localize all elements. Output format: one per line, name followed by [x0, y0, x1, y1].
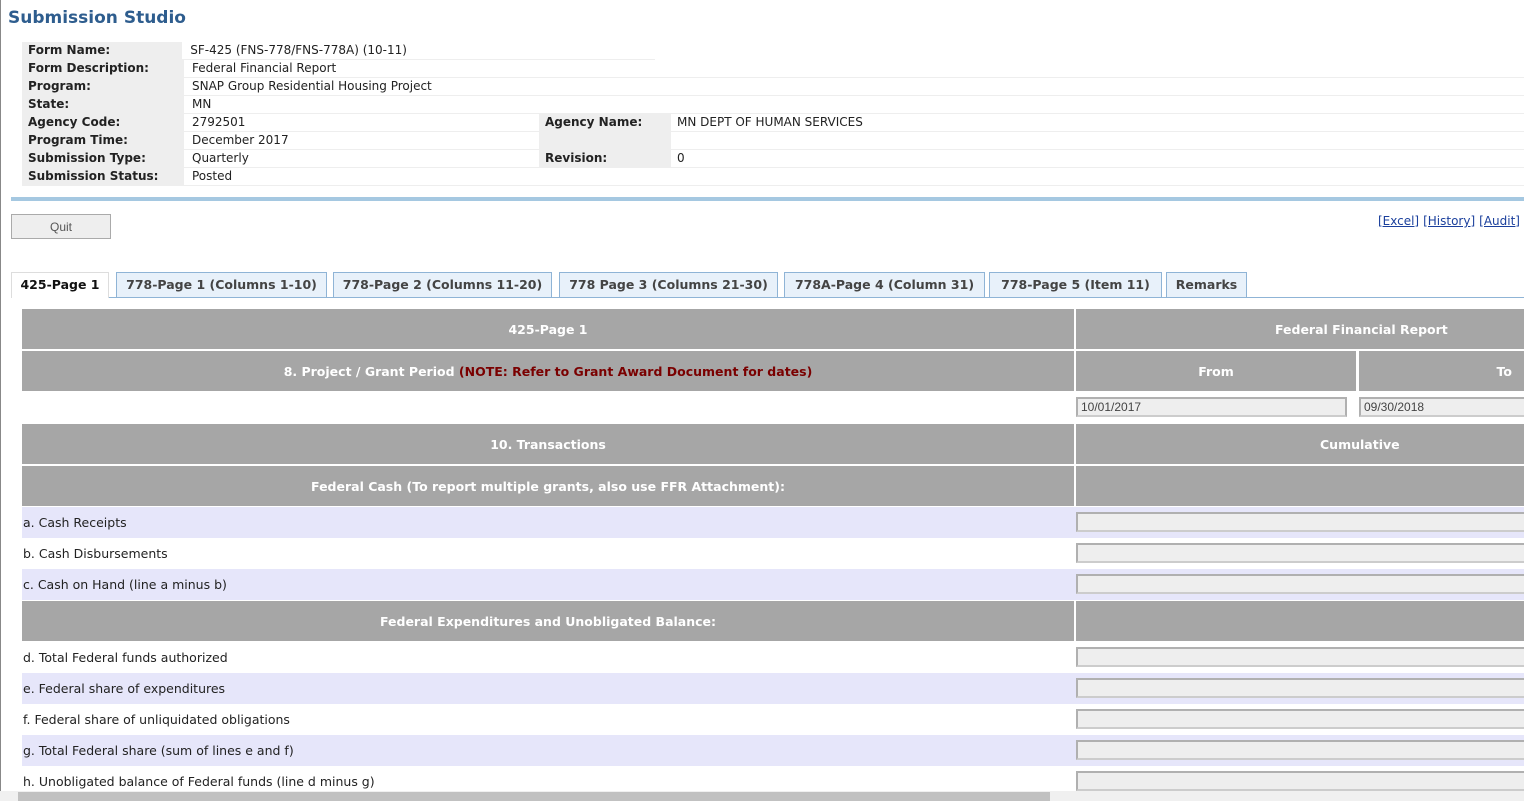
- unliquidated-obligations-input[interactable]: [1076, 709, 1524, 729]
- cash-on-hand-input[interactable]: [1076, 574, 1524, 594]
- window-border: [0, 0, 1, 791]
- grant-period-note: (NOTE: Refer to Grant Award Document for…: [458, 363, 813, 379]
- cumulative-header: Cumulative: [1076, 424, 1524, 464]
- tab-425-page-1[interactable]: 425-Page 1: [11, 272, 109, 298]
- submission-type-value: Quarterly: [192, 151, 249, 165]
- scrollbar-thumb[interactable]: [18, 792, 1050, 801]
- from-header: From: [1076, 351, 1356, 391]
- tab-bar: 425-Page 1 778-Page 1 (Columns 1-10) 778…: [11, 272, 1524, 298]
- line-label: e. Federal share of expenditures: [23, 681, 226, 696]
- submission-status-value: Posted: [192, 169, 233, 183]
- cash-disbursements-input[interactable]: [1076, 543, 1524, 563]
- to-header: To: [1359, 351, 1524, 391]
- program-label: Program:: [22, 78, 184, 95]
- tab-778-page-3[interactable]: 778 Page 3 (Columns 21-30): [559, 272, 778, 297]
- app-title: Submission Studio: [8, 8, 186, 28]
- line-label: f. Federal share of unliquidated obligat…: [23, 712, 290, 727]
- form-name-value: SF-425 (FNS-778/FNS-778A) (10-11): [190, 43, 407, 57]
- expenditures-header: Federal Expenditures and Unobligated Bal…: [22, 601, 1074, 641]
- submission-info: Form Name: SF-425 (FNS-778/FNS-778A) (10-…: [22, 42, 1524, 186]
- unobligated-balance-input[interactable]: [1076, 771, 1524, 791]
- program-time-label: Program Time:: [22, 132, 184, 149]
- program-time-value: December 2017: [192, 133, 289, 147]
- tab-778-page-5[interactable]: 778-Page 5 (Item 11): [989, 272, 1162, 297]
- agency-name-value: MN DEPT OF HUMAN SERVICES: [677, 115, 863, 129]
- submission-type-label: Submission Type:: [22, 150, 184, 167]
- horizontal-scrollbar[interactable]: [0, 791, 1524, 801]
- tab-778-page-2[interactable]: 778-Page 2 (Columns 11-20): [333, 272, 552, 297]
- export-links: [Excel] [History] [Audit]: [1374, 214, 1520, 228]
- line-label: d. Total Federal funds authorized: [23, 650, 228, 665]
- line-c-row: c. Cash on Hand (line a minus b): [22, 569, 1524, 600]
- line-label: b. Cash Disbursements: [23, 546, 168, 561]
- empty-label: [539, 132, 671, 149]
- form-description-label: Form Description:: [22, 60, 184, 77]
- line-b-row: b. Cash Disbursements: [22, 538, 1524, 569]
- expenditures-header-blank: [1076, 601, 1524, 641]
- tab-778a-page-4[interactable]: 778A-Page 4 (Column 31): [784, 272, 985, 297]
- form-description-value: Federal Financial Report: [192, 61, 337, 75]
- state-value: MN: [192, 97, 212, 111]
- to-date-input[interactable]: [1359, 397, 1524, 417]
- history-link[interactable]: [History]: [1423, 214, 1475, 228]
- transactions-header: 10. Transactions: [22, 424, 1074, 464]
- grant-period-label: 8. Project / Grant Period: [283, 363, 455, 379]
- program-value: SNAP Group Residential Housing Project: [192, 79, 432, 93]
- line-a-row: a. Cash Receipts: [22, 507, 1524, 538]
- state-label: State:: [22, 96, 184, 113]
- line-f-row: f. Federal share of unliquidated obligat…: [22, 704, 1524, 735]
- total-funds-authorized-input[interactable]: [1076, 647, 1524, 667]
- submission-status-label: Submission Status:: [22, 168, 184, 185]
- line-label: a. Cash Receipts: [23, 515, 127, 530]
- federal-cash-header: Federal Cash (To report multiple grants,…: [22, 466, 1074, 506]
- form-name-label: Form Name:: [22, 42, 183, 59]
- agency-code-label: Agency Code:: [22, 114, 184, 131]
- report-header: Federal Financial Report: [1076, 309, 1524, 349]
- quit-button[interactable]: Quit: [11, 214, 111, 239]
- federal-share-expenditures-input[interactable]: [1076, 678, 1524, 698]
- tab-remarks[interactable]: Remarks: [1166, 272, 1247, 297]
- audit-link[interactable]: [Audit]: [1479, 214, 1520, 228]
- federal-cash-header-blank: [1076, 466, 1524, 506]
- total-federal-share-input[interactable]: [1076, 740, 1524, 760]
- revision-value: 0: [677, 151, 685, 165]
- revision-label: Revision:: [539, 150, 671, 167]
- from-date-input[interactable]: [1076, 397, 1347, 417]
- line-label: c. Cash on Hand (line a minus b): [23, 577, 227, 592]
- line-d-row: d. Total Federal funds authorized: [22, 642, 1524, 673]
- line-g-row: g. Total Federal share (sum of lines e a…: [22, 735, 1524, 766]
- divider: [11, 197, 1524, 201]
- excel-link[interactable]: [Excel]: [1378, 214, 1419, 228]
- page-header: 425-Page 1: [22, 309, 1074, 349]
- agency-name-label: Agency Name:: [539, 114, 671, 131]
- tab-778-page-1[interactable]: 778-Page 1 (Columns 1-10): [116, 272, 327, 297]
- grant-period-header: 8. Project / Grant Period (NOTE: Refer t…: [22, 351, 1074, 391]
- cash-receipts-input[interactable]: [1076, 512, 1524, 532]
- line-e-row: e. Federal share of expenditures: [22, 673, 1524, 704]
- agency-code-value: 2792501: [192, 115, 246, 129]
- line-label: g. Total Federal share (sum of lines e a…: [23, 743, 294, 758]
